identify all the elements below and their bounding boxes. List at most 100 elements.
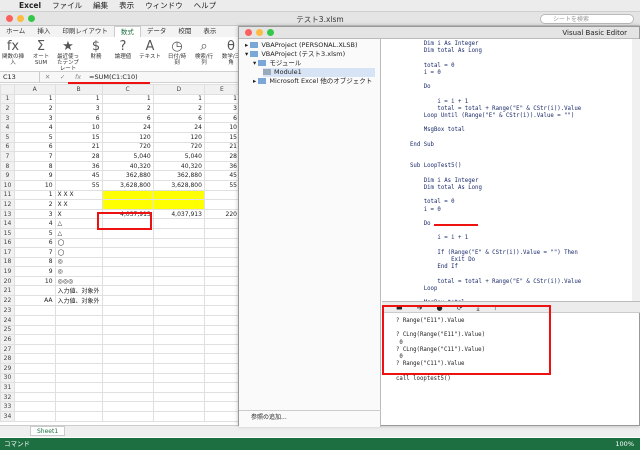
zoom-level[interactable]: 100%	[615, 438, 634, 450]
cell[interactable]: 15	[54, 131, 103, 143]
cell[interactable]	[13, 401, 56, 412]
formula-input[interactable]: =SUM(C1:C10)	[86, 73, 138, 81]
cell[interactable]	[101, 315, 154, 326]
row-header[interactable]: 14	[0, 218, 15, 229]
cell[interactable]: 2	[101, 103, 154, 114]
cell[interactable]: ◯	[54, 247, 103, 258]
cell[interactable]	[54, 324, 103, 336]
cell[interactable]	[13, 315, 56, 326]
date-time-button[interactable]: ◷ 日付/時刻	[166, 39, 188, 66]
cell[interactable]	[203, 275, 241, 287]
tab-insert[interactable]: 挿入	[31, 26, 56, 37]
cell[interactable]	[152, 189, 205, 201]
cell[interactable]: 21	[203, 141, 241, 153]
row-header[interactable]: 6	[0, 141, 15, 153]
cell[interactable]: 7	[13, 151, 56, 162]
insert-function-button[interactable]: fx 関数の挿入	[2, 39, 24, 66]
row-header[interactable]: 9	[0, 170, 15, 181]
cell[interactable]	[152, 275, 205, 287]
cell[interactable]	[54, 391, 103, 403]
cell[interactable]	[101, 275, 154, 287]
excel-objects-folder[interactable]: ▸ Microsoft Excel 他のオブジェクト	[253, 77, 372, 86]
row-header[interactable]: 34	[0, 411, 15, 422]
cell[interactable]: 4	[13, 218, 56, 229]
cell[interactable]	[54, 363, 103, 374]
cell[interactable]: 入力値、対象外	[54, 285, 103, 297]
cell[interactable]	[54, 353, 103, 365]
cell[interactable]: 40,320	[101, 160, 154, 172]
cell[interactable]	[203, 199, 241, 210]
cell[interactable]: 15	[203, 131, 241, 143]
row-header[interactable]: 26	[0, 334, 15, 345]
cell[interactable]	[13, 334, 56, 345]
cell[interactable]: 362,880	[101, 170, 154, 181]
cell[interactable]: 入力値、対象外	[54, 295, 103, 307]
cell[interactable]	[203, 305, 241, 317]
cell[interactable]: 6	[13, 237, 56, 249]
cell[interactable]	[54, 411, 103, 422]
cell[interactable]: 362,880	[152, 170, 205, 181]
cell[interactable]: 3	[203, 103, 241, 114]
cell[interactable]: 9	[13, 170, 56, 181]
cell[interactable]	[13, 353, 56, 365]
cell[interactable]	[152, 343, 205, 355]
cell[interactable]	[101, 237, 154, 249]
tab-review[interactable]: 校閲	[172, 26, 197, 37]
row-header[interactable]: 33	[0, 401, 15, 412]
cell[interactable]: 6	[54, 112, 103, 124]
cell[interactable]	[152, 199, 205, 210]
cell[interactable]	[101, 305, 154, 317]
cell[interactable]	[203, 334, 241, 345]
cell[interactable]	[152, 382, 205, 393]
cell[interactable]: 10	[54, 122, 103, 133]
cell[interactable]: X X X	[54, 189, 103, 201]
cell[interactable]	[152, 227, 205, 239]
cell[interactable]	[152, 266, 205, 277]
cell[interactable]	[152, 324, 205, 336]
tab-data[interactable]: データ	[141, 26, 173, 37]
cell[interactable]: 8	[13, 160, 56, 172]
cell[interactable]: 36	[203, 160, 241, 172]
cell[interactable]	[101, 353, 154, 365]
cell[interactable]	[13, 343, 56, 355]
cell[interactable]	[203, 363, 241, 374]
cell[interactable]	[101, 391, 154, 403]
cell[interactable]	[13, 382, 56, 393]
code-scrollbar[interactable]	[632, 39, 640, 301]
cancel-icon[interactable]: ✕	[45, 73, 50, 81]
cell[interactable]	[101, 324, 154, 336]
row-header[interactable]: 29	[0, 363, 15, 374]
menu-edit[interactable]: 編集	[93, 0, 108, 11]
cell[interactable]	[203, 256, 241, 268]
cell[interactable]: 2	[13, 103, 56, 114]
cell[interactable]: X X	[54, 199, 103, 210]
cell[interactable]	[13, 305, 56, 317]
app-menu[interactable]: Excel	[19, 1, 41, 10]
cell[interactable]	[203, 324, 241, 336]
cell[interactable]	[54, 315, 103, 326]
zoom-vbe-icon[interactable]	[267, 29, 274, 36]
cell[interactable]: 10	[13, 275, 56, 287]
cell[interactable]: 9	[13, 266, 56, 277]
cell[interactable]: 28	[203, 151, 241, 162]
cell[interactable]	[101, 334, 154, 345]
cell[interactable]	[54, 382, 103, 393]
cell[interactable]	[152, 218, 205, 229]
cell[interactable]	[101, 343, 154, 355]
cell[interactable]: 10	[203, 122, 241, 133]
cell[interactable]: 220	[203, 208, 241, 220]
cell[interactable]	[101, 363, 154, 374]
sheet-search-input[interactable]: シートを検索	[540, 14, 634, 24]
autosum-button[interactable]: Σ オートSUM	[30, 39, 52, 66]
confirm-icon[interactable]: ✓	[60, 73, 65, 81]
cell[interactable]	[152, 353, 205, 365]
row-header[interactable]: 16	[0, 237, 15, 249]
module1-item[interactable]: Module1	[263, 68, 375, 77]
cell[interactable]: ◎◎◎	[54, 275, 103, 287]
cell[interactable]	[203, 343, 241, 355]
cell[interactable]	[152, 401, 205, 412]
cell[interactable]	[152, 372, 205, 384]
cell[interactable]: 24	[152, 122, 205, 133]
row-header[interactable]: 13	[0, 208, 15, 220]
cell[interactable]	[101, 285, 154, 297]
